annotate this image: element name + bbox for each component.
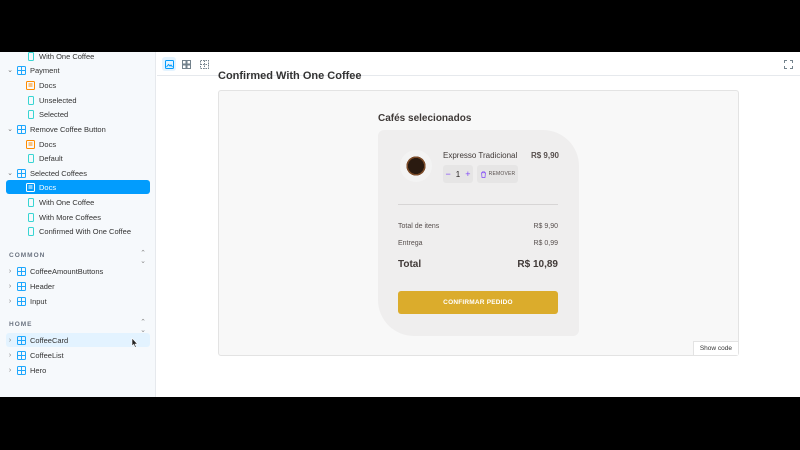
sidebar-item-input[interactable]: › Input [0,294,155,308]
fullscreen-button[interactable] [781,57,795,71]
component-icon [17,296,26,306]
component-icon [17,124,26,134]
delivery-value: R$ 0,99 [533,240,558,247]
sidebar: With One Coffee ⌄ Payment Docs Unselecte… [0,52,156,397]
sidebar-item-header[interactable]: › Header [0,279,155,293]
chevron-down-icon: ⌄ [7,170,13,177]
chevron-right-icon: › [8,336,12,344]
items-total-label: Total de itens [398,223,440,230]
story-icon [26,153,35,163]
sidebar-item-payment[interactable]: ⌄ Payment [0,63,155,77]
component-icon [17,266,26,276]
story-icon [26,197,35,207]
quantity-stepper: − 1 + [443,165,473,183]
component-icon [17,335,26,345]
storybook-window: With One Coffee ⌄ Payment Docs Unselecte… [0,52,800,397]
sidebar-item-selected-docs[interactable]: Docs [6,180,150,194]
grid-icon [181,59,191,69]
component-icon [17,350,26,360]
docs-icon [26,80,35,90]
sidebar-item-payment-docs[interactable]: Docs [0,78,155,92]
item-price: R$ 9,90 [530,151,559,160]
component-icon [17,281,26,291]
trash-icon [480,170,486,178]
outline-icon [199,59,209,69]
chevron-right-icon: › [8,297,12,305]
quantity-value: 1 [455,169,461,179]
expand-collapse-icon[interactable]: ⌃ ⌄ [140,318,146,334]
sidebar-item-payment-unselected[interactable]: Unselected [0,93,155,107]
zoom-image-button[interactable] [162,57,176,71]
sidebar-item-selected-with-one-coffee[interactable]: With One Coffee [0,195,155,209]
sidebar-item-remove-docs[interactable]: Docs [0,137,155,151]
sidebar-item-coffee-card[interactable]: › CoffeeCard [6,333,150,347]
section-label-common: COMMON [9,252,46,259]
component-icon [17,365,26,375]
mouse-cursor-icon [131,338,138,348]
fullscreen-icon [783,59,793,69]
sidebar-item-coffee-list[interactable]: › CoffeeList [0,348,155,362]
expand-collapse-icon[interactable]: ⌃ ⌄ [140,249,146,265]
total-row: Total R$ 10,89 [398,259,558,270]
item-name: Expresso Tradicional [443,151,518,160]
image-icon [164,59,174,69]
chevron-down-icon: ⌄ [7,67,13,74]
cart-title: Cafés selecionados [378,113,472,124]
story-icon [26,52,35,61]
story-title: Confirmed With One Coffee [218,70,362,82]
story-icon [26,212,35,222]
story-icon [26,226,35,236]
sidebar-item-selected-with-more-coffees[interactable]: With More Coffees [0,210,155,224]
show-code-button[interactable]: Show code [692,341,738,355]
sidebar-item-payment-selected[interactable]: Selected [0,107,155,121]
total-label: Total [398,259,422,270]
chevron-right-icon: › [8,267,12,275]
sidebar-item-with-one-coffee[interactable]: With One Coffee [0,52,155,63]
plus-button[interactable]: + [465,169,470,179]
grid-button[interactable] [179,57,193,71]
remove-button[interactable]: REMOVER [477,165,518,183]
story-preview: Cafés selecionados Expresso Tradicional … [218,90,739,356]
minus-button[interactable]: − [446,169,451,179]
section-label-home: HOME [9,321,33,328]
items-total-row: Total de itens R$ 9,90 [398,223,558,230]
docs-icon [26,139,35,149]
sidebar-item-remove-default[interactable]: Default [0,151,155,165]
sidebar-item-coffee-amount-buttons[interactable]: › CoffeeAmountButtons [0,264,155,278]
delivery-row: Entrega R$ 0,99 [398,240,558,247]
story-icon [26,95,35,105]
delivery-label: Entrega [398,240,423,247]
chevron-right-icon: › [8,282,12,290]
story-icon [26,109,35,119]
chevron-right-icon: › [8,366,12,374]
docs-canvas: Confirmed With One Coffee Cafés selecion… [157,70,800,397]
divider [398,204,558,205]
items-total-value: R$ 9,90 [533,223,558,230]
chevron-down-icon: ⌄ [7,126,13,133]
sidebar-item-hero[interactable]: › Hero [0,363,155,377]
sidebar-item-remove-coffee-button[interactable]: ⌄ Remove Coffee Button [0,122,155,136]
total-value: R$ 10,89 [517,259,558,270]
outline-button[interactable] [197,57,211,71]
confirm-order-button[interactable]: CONFIRMAR PEDIDO [398,291,558,314]
sidebar-item-selected-confirmed[interactable]: Confirmed With One Coffee [0,224,155,238]
cart-card: Expresso Tradicional R$ 9,90 − 1 + REMOV… [378,130,579,336]
component-icon [17,65,26,75]
chevron-right-icon: › [8,351,12,359]
coffee-image [400,150,432,182]
sidebar-item-selected-coffees[interactable]: ⌄ Selected Coffees [0,166,155,180]
docs-icon [26,182,35,192]
component-icon [17,168,26,178]
